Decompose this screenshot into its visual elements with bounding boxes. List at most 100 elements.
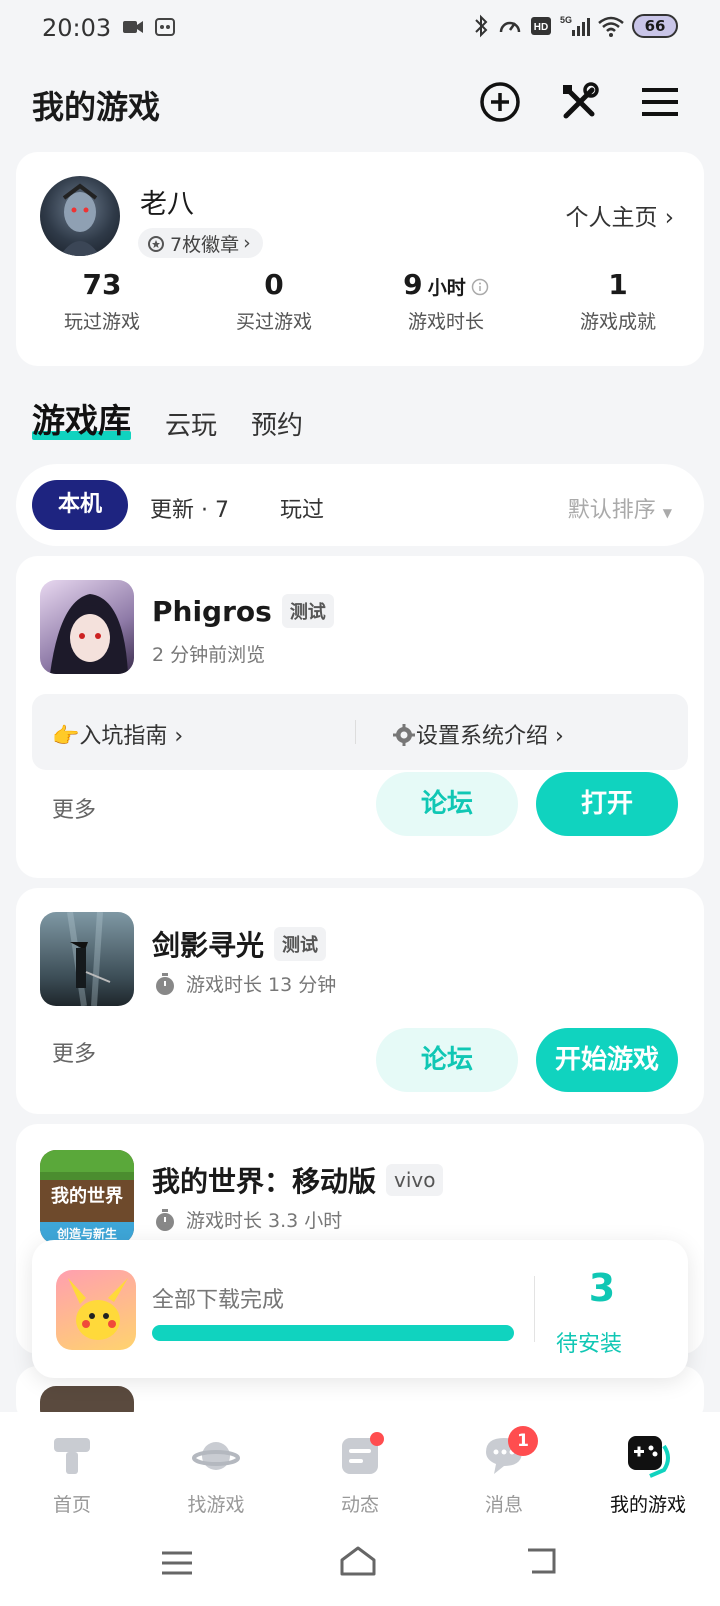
homepage-link[interactable]: 个人主页 › bbox=[565, 198, 674, 232]
planet-icon bbox=[192, 1442, 240, 1470]
avatar[interactable] bbox=[40, 176, 120, 256]
download-status: 全部下载完成 bbox=[152, 1288, 285, 1313]
tools-icon[interactable] bbox=[558, 80, 602, 124]
divider bbox=[534, 1276, 535, 1342]
menu-icon[interactable] bbox=[638, 80, 682, 124]
badges-button[interactable]: 7枚徽章 › bbox=[138, 228, 263, 258]
signal-icon: 5G bbox=[560, 15, 590, 36]
game-tag: 测试 bbox=[281, 594, 334, 628]
stat-label: 游戏时长 bbox=[407, 311, 484, 333]
chevron-right-icon: › bbox=[548, 724, 564, 749]
chevron-right-icon: › bbox=[243, 232, 251, 254]
stat-achievements[interactable]: 1 游戏成就 bbox=[532, 268, 704, 334]
battery-indicator: 66 bbox=[632, 14, 678, 38]
game-name: Phigros bbox=[152, 594, 272, 628]
bottom-nav: 首页 找游戏 动态 1 消息 我的游戏 bbox=[0, 1412, 720, 1522]
library-tabs: 游戏库 云玩 预约 bbox=[32, 394, 303, 442]
home-hammer-icon bbox=[54, 1438, 90, 1474]
game-icon[interactable] bbox=[40, 912, 134, 1006]
tab-cloud[interactable]: 云玩 bbox=[165, 405, 217, 442]
guide-label: 入坑指南 bbox=[79, 724, 168, 749]
filter-played[interactable]: 玩过 bbox=[280, 492, 324, 524]
nav-label: 找游戏 bbox=[187, 1494, 245, 1516]
start-game-button[interactable]: 开始游戏 bbox=[536, 1028, 678, 1092]
guide-label: 设置系统介绍 bbox=[416, 724, 549, 749]
homepage-label: 个人主页 bbox=[565, 205, 658, 231]
guide-bar: 👉入坑指南 › 设置系统介绍 › bbox=[32, 694, 688, 770]
user-name: 老八 bbox=[140, 189, 194, 220]
tab-library[interactable]: 游戏库 bbox=[32, 394, 131, 442]
svg-text:5G: 5G bbox=[560, 15, 572, 25]
divider bbox=[355, 720, 356, 744]
stopwatch-icon bbox=[156, 972, 174, 995]
stat-label: 买过游戏 bbox=[235, 311, 312, 333]
forum-button[interactable]: 论坛 bbox=[376, 1028, 518, 1092]
open-button[interactable]: 打开 bbox=[536, 772, 678, 836]
video-icon bbox=[123, 21, 143, 33]
gamepad-icon bbox=[628, 1436, 670, 1478]
stat-value: 73 bbox=[82, 268, 122, 301]
message-count-badge: 1 bbox=[508, 1426, 538, 1456]
stat-value: 9 bbox=[403, 268, 423, 301]
add-circle-icon[interactable] bbox=[478, 80, 522, 124]
pending-install-count: 3 bbox=[588, 1266, 616, 1310]
guide-link-settings[interactable]: 设置系统介绍 › bbox=[392, 718, 564, 750]
guide-link-beginner[interactable]: 👉入坑指南 › bbox=[52, 718, 183, 750]
home-icon[interactable] bbox=[338, 1544, 378, 1578]
nav-feed[interactable]: 动态 bbox=[288, 1412, 432, 1522]
hd-icon: HD bbox=[531, 17, 551, 35]
nav-label: 我的游戏 bbox=[609, 1494, 686, 1516]
wifi-icon bbox=[598, 16, 624, 37]
game-tag: vivo bbox=[386, 1164, 444, 1196]
download-banner[interactable]: 全部下载完成 3 待安装 bbox=[32, 1240, 688, 1378]
page-header: 我的游戏 bbox=[0, 78, 720, 134]
icon-text-bottom: 创造与新生 bbox=[56, 1226, 117, 1241]
svg-text:HD: HD bbox=[534, 22, 548, 33]
filter-local[interactable]: 本机 bbox=[32, 480, 128, 530]
game-icon[interactable]: 我的世界 创造与新生 bbox=[40, 1150, 134, 1244]
nav-label: 消息 bbox=[484, 1494, 523, 1516]
nav-my-games[interactable]: 我的游戏 bbox=[576, 1412, 720, 1522]
recent-apps-icon[interactable] bbox=[160, 1548, 194, 1578]
badges-label: 7枚徽章 bbox=[170, 233, 240, 256]
game-subtitle: 游戏时长 3.3 小时 bbox=[186, 1210, 343, 1232]
more-button[interactable]: 更多 bbox=[52, 792, 96, 824]
sort-dropdown[interactable]: 默认排序 ▼ bbox=[568, 492, 672, 524]
icon-text-top: 我的世界 bbox=[51, 1185, 123, 1207]
nav-label: 首页 bbox=[52, 1494, 91, 1516]
stat-label: 玩过游戏 bbox=[63, 311, 140, 333]
info-icon[interactable] bbox=[471, 278, 489, 296]
download-progress-bar bbox=[152, 1325, 514, 1341]
game-icon[interactable] bbox=[40, 580, 134, 674]
tab-reserve[interactable]: 预约 bbox=[251, 405, 303, 442]
app-notify-icon bbox=[155, 18, 175, 36]
more-button[interactable]: 更多 bbox=[52, 1036, 96, 1068]
back-icon[interactable] bbox=[526, 1546, 560, 1576]
stat-value: 0 bbox=[264, 268, 284, 301]
stat-value: 1 bbox=[608, 268, 628, 301]
forum-button[interactable]: 论坛 bbox=[376, 772, 518, 836]
game-card-phigros: Phigros 测试 2 分钟前浏览 👉入坑指南 › 设置系统介绍 › 更多 论… bbox=[16, 556, 704, 878]
medal-icon bbox=[148, 236, 164, 252]
status-bar: 20:03 HD 5G 66 bbox=[0, 0, 720, 56]
caret-down-icon: ▼ bbox=[662, 506, 672, 520]
stat-label: 游戏成就 bbox=[579, 311, 656, 333]
stopwatch-icon bbox=[156, 1208, 174, 1231]
stat-unit: 小时 bbox=[427, 277, 466, 299]
status-time: 20:03 bbox=[42, 14, 112, 42]
speed-icon bbox=[499, 21, 521, 33]
chevron-right-icon: › bbox=[664, 205, 674, 231]
nav-label: 动态 bbox=[340, 1494, 379, 1516]
pointing-hand-icon: 👉 bbox=[52, 724, 80, 749]
game-subtitle: 2 分钟前浏览 bbox=[152, 644, 266, 666]
nav-messages[interactable]: 1 消息 bbox=[432, 1412, 576, 1522]
notification-dot bbox=[370, 1432, 384, 1446]
stat-bought[interactable]: 0 买过游戏 bbox=[188, 268, 360, 334]
filter-updates[interactable]: 更新 · 7 bbox=[150, 492, 229, 524]
sort-label: 默认排序 bbox=[567, 498, 656, 523]
stat-played[interactable]: 73 玩过游戏 bbox=[16, 268, 188, 334]
stat-playtime[interactable]: 9 小时 游戏时长 bbox=[360, 268, 532, 334]
nav-home[interactable]: 首页 bbox=[0, 1412, 144, 1522]
nav-discover[interactable]: 找游戏 bbox=[144, 1412, 288, 1522]
bluetooth-icon bbox=[475, 14, 488, 38]
